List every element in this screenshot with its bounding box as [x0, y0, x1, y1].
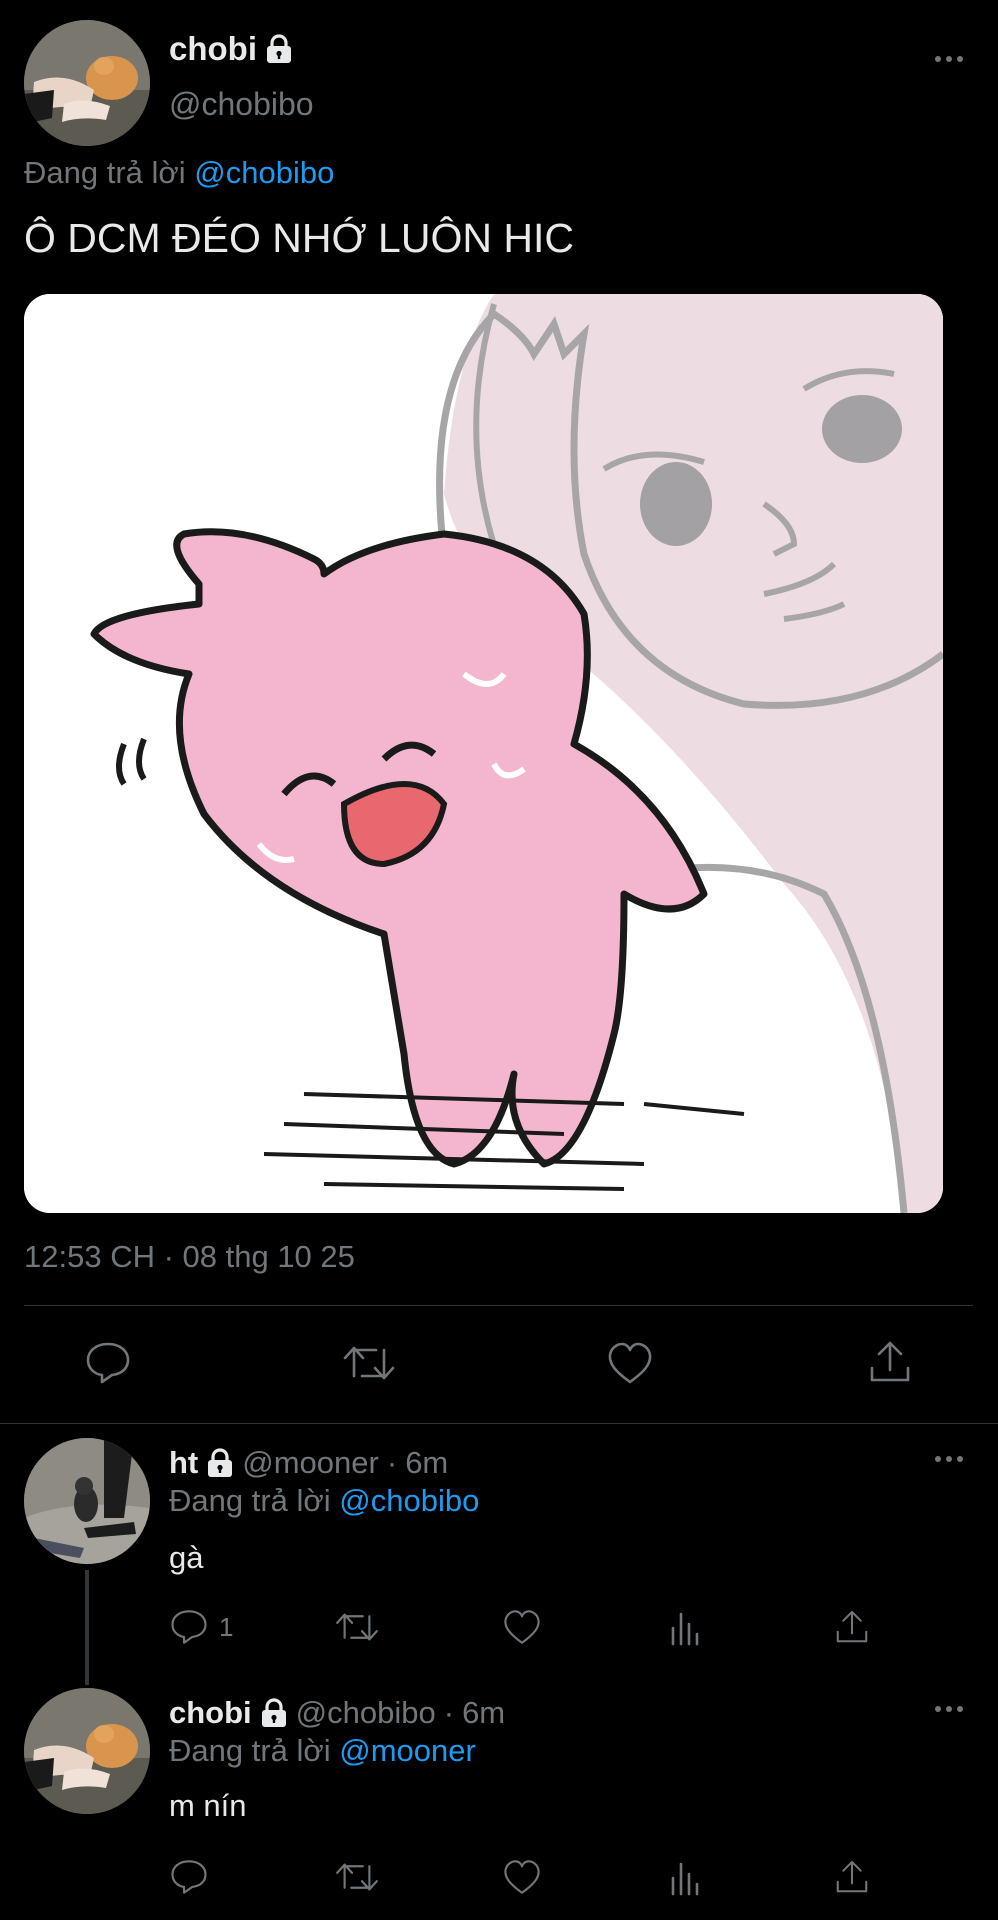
tweet-text: m nín [169, 1788, 247, 1823]
reply-action-bar [169, 1858, 879, 1900]
share-icon[interactable] [833, 1858, 871, 1896]
reply-to-link[interactable]: @mooner [339, 1733, 476, 1768]
tweet-text: gà [169, 1540, 204, 1575]
reply-context: Đang trả lời @chobibo [169, 1483, 480, 1518]
analytics-icon[interactable] [669, 1610, 703, 1646]
thread-connector [85, 1570, 89, 1685]
relative-time[interactable]: 6m [462, 1695, 505, 1731]
handle[interactable]: @chobibo [296, 1695, 436, 1731]
pink-bunny-sticker-icon [24, 294, 943, 1213]
handle[interactable]: @chobibo [169, 86, 314, 123]
display-name[interactable]: chobi [169, 30, 257, 68]
reply-action-bar: 1 [169, 1608, 879, 1650]
avatar[interactable] [24, 1438, 150, 1564]
display-name[interactable]: ht [169, 1445, 198, 1481]
avatar[interactable] [24, 20, 150, 146]
relative-time[interactable]: 6m [405, 1445, 448, 1481]
avatar[interactable] [24, 1688, 150, 1814]
like-icon[interactable] [606, 1340, 654, 1386]
reply-context: Đang trả lời @chobibo [24, 155, 335, 190]
reply-context: Đang trả lời @mooner [169, 1733, 476, 1768]
retweet-icon[interactable] [334, 1608, 380, 1646]
handle[interactable]: @mooner [242, 1445, 379, 1481]
reply-icon[interactable] [169, 1608, 209, 1646]
separator: · [386, 1445, 398, 1480]
reply-icon[interactable] [84, 1340, 132, 1386]
divider [24, 1305, 973, 1306]
separator: · [443, 1695, 455, 1730]
display-name[interactable]: chobi [169, 1695, 252, 1731]
lock-icon [260, 1698, 288, 1728]
reply-count: 1 [219, 1611, 234, 1642]
reply-to-link[interactable]: @chobibo [339, 1483, 479, 1518]
more-options-icon[interactable] [935, 1456, 963, 1462]
tweet-timestamp[interactable]: 12:53 CH · 08 thg 10 25 [24, 1239, 355, 1275]
avatar-photo [24, 1688, 150, 1814]
tweet-image[interactable] [24, 294, 943, 1213]
like-icon[interactable] [502, 1858, 542, 1896]
avatar-photo [24, 1438, 150, 1564]
like-icon[interactable] [502, 1608, 542, 1646]
lock-icon [206, 1448, 234, 1478]
more-options-icon[interactable] [935, 1706, 963, 1712]
tweet-text: Ô DCM ĐÉO NHỚ LUÔN HIC [24, 215, 574, 261]
reply-icon[interactable] [169, 1858, 209, 1896]
analytics-icon[interactable] [669, 1860, 703, 1896]
share-icon[interactable] [833, 1608, 871, 1646]
more-options-icon[interactable] [935, 56, 963, 62]
avatar-photo [24, 20, 150, 146]
retweet-icon[interactable] [334, 1858, 380, 1896]
share-icon[interactable] [866, 1338, 914, 1386]
lock-icon [265, 34, 293, 64]
reply-to-link[interactable]: @chobibo [194, 155, 334, 190]
divider [0, 1423, 998, 1424]
retweet-icon[interactable] [342, 1340, 396, 1386]
